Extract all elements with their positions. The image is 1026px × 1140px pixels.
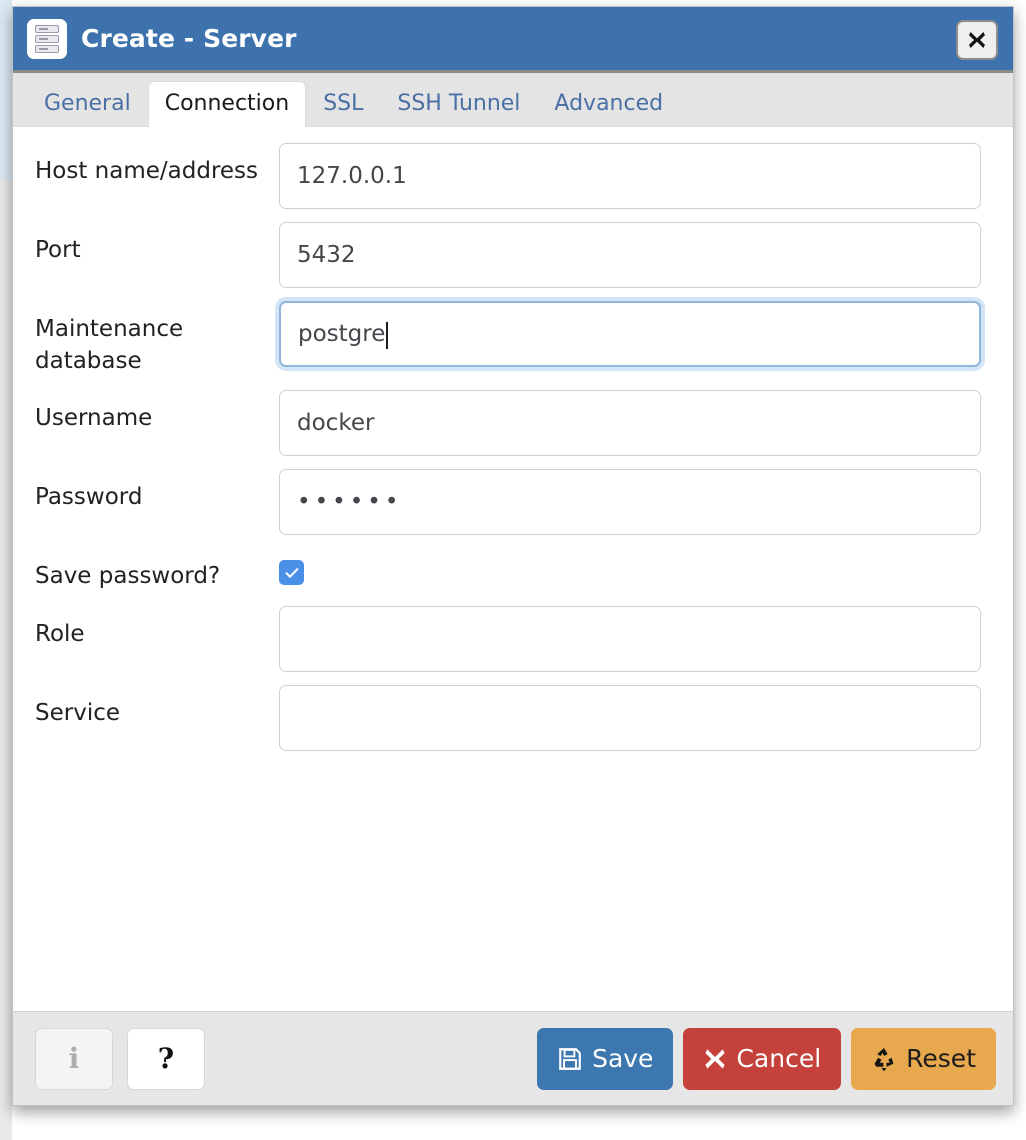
tab-advanced[interactable]: Advanced bbox=[537, 81, 680, 127]
host-label: Host name/address bbox=[35, 158, 259, 184]
maintenance-database-input[interactable]: postgre bbox=[279, 301, 981, 367]
floppy-disk-icon bbox=[559, 1047, 581, 1070]
server-icon-bar bbox=[35, 24, 59, 33]
password-masked-value: •••••• bbox=[297, 489, 403, 515]
password-input[interactable]: •••••• bbox=[279, 469, 981, 535]
maintenance-database-field-wrap: postgre bbox=[279, 301, 997, 367]
tab-ssl[interactable]: SSL bbox=[306, 81, 380, 127]
form-row-save-password: Save password? bbox=[35, 548, 997, 593]
tab-general[interactable]: General bbox=[27, 81, 148, 127]
username-label: Username bbox=[35, 405, 153, 431]
form-row-port: Port 5432 bbox=[35, 222, 997, 288]
role-field-wrap bbox=[279, 605, 997, 672]
service-field-wrap bbox=[279, 684, 997, 751]
tab-connection[interactable]: Connection bbox=[147, 81, 307, 127]
service-label: Service bbox=[35, 699, 121, 726]
create-server-dialog: Create - Server General Connection SSL S… bbox=[12, 6, 1014, 1106]
dialog-titlebar: Create - Server bbox=[13, 7, 1013, 73]
footer-left-group: i ? bbox=[35, 1027, 205, 1090]
host-input[interactable]: 127.0.0.1 bbox=[279, 143, 981, 209]
form-row-password: Password •••••• bbox=[35, 469, 997, 535]
recycle-icon bbox=[874, 1047, 894, 1071]
save-password-label: Save password? bbox=[35, 563, 221, 589]
port-field-wrap: 5432 bbox=[279, 222, 997, 288]
connection-form: Host name/address 127.0.0.1 Port 5432 Ma… bbox=[13, 127, 1013, 1011]
reset-button-label: Reset bbox=[906, 1044, 976, 1073]
info-button[interactable]: i bbox=[35, 1027, 113, 1090]
tab-bar: General Connection SSL SSH Tunnel Advanc… bbox=[13, 73, 1013, 127]
close-button[interactable] bbox=[956, 20, 998, 60]
password-label: Password bbox=[35, 484, 143, 510]
password-field-wrap: •••••• bbox=[279, 469, 997, 535]
save-button-label: Save bbox=[592, 1044, 654, 1073]
x-icon bbox=[705, 1048, 726, 1069]
username-field-wrap: docker bbox=[279, 390, 997, 456]
port-input[interactable]: 5432 bbox=[279, 222, 981, 288]
footer-right-group: Save Cancel Reset bbox=[537, 1027, 996, 1090]
server-icon bbox=[27, 18, 67, 59]
close-icon bbox=[969, 32, 985, 48]
save-password-field-wrap bbox=[279, 548, 997, 585]
form-row-username: Username docker bbox=[35, 390, 997, 456]
cancel-button[interactable]: Cancel bbox=[683, 1027, 842, 1090]
cancel-button-label: Cancel bbox=[736, 1044, 822, 1073]
backdrop-left-strip bbox=[0, 0, 12, 180]
tab-ssh-tunnel[interactable]: SSH Tunnel bbox=[380, 81, 537, 127]
username-input[interactable]: docker bbox=[279, 390, 981, 456]
form-row-service: Service bbox=[35, 684, 997, 751]
check-icon bbox=[285, 567, 298, 578]
service-input[interactable] bbox=[279, 684, 981, 751]
backdrop-left-strip-lower bbox=[0, 180, 12, 1140]
server-icon-bar bbox=[35, 34, 59, 43]
port-label: Port bbox=[35, 237, 81, 263]
role-label: Role bbox=[35, 620, 85, 647]
form-row-host: Host name/address 127.0.0.1 bbox=[35, 143, 997, 209]
form-row-role: Role bbox=[35, 605, 997, 672]
save-password-checkbox[interactable] bbox=[279, 560, 304, 585]
reset-button[interactable]: Reset bbox=[851, 1027, 996, 1090]
dialog-footer: i ? Save Cancel Reset bbox=[13, 1011, 1013, 1105]
host-field-wrap: 127.0.0.1 bbox=[279, 143, 997, 209]
dialog-title: Create - Server bbox=[81, 24, 297, 53]
maintenance-database-label: Maintenance database bbox=[35, 316, 184, 374]
help-button[interactable]: ? bbox=[127, 1027, 205, 1090]
form-row-maintenance-database: Maintenance database postgre bbox=[35, 301, 997, 377]
server-icon-bar bbox=[35, 44, 59, 53]
role-input[interactable] bbox=[279, 605, 981, 672]
text-caret bbox=[386, 321, 389, 349]
maintenance-database-value: postgre bbox=[298, 321, 386, 347]
save-button[interactable]: Save bbox=[537, 1027, 674, 1090]
